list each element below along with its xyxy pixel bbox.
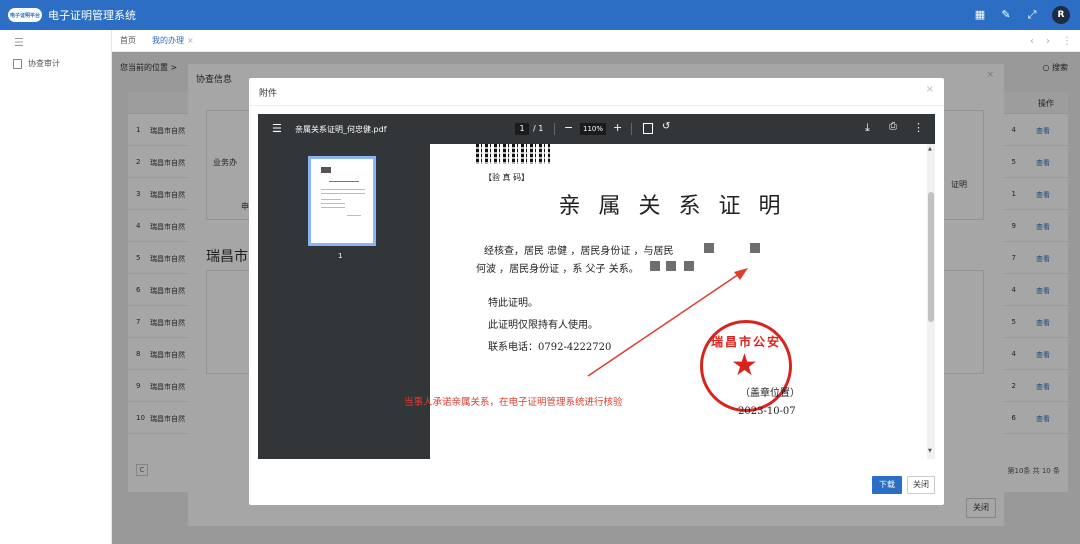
zoom-input[interactable]: 110%	[580, 123, 606, 135]
scrollbar[interactable]: ▲ ▼	[927, 144, 935, 459]
rotate-icon[interactable]: ↺	[662, 121, 670, 132]
annotation-text: 当事人承诺亲属关系，在电子证明管理系统进行核验	[404, 397, 623, 408]
body-line-1: 经核查，居民 忠健 ，居民身份证 ，与居民	[484, 246, 674, 257]
body-line-2: 何波 ，居民身份证 ，系 父子 关系。	[476, 264, 639, 275]
close-button[interactable]: 关闭	[907, 476, 935, 494]
document-title: 亲属关系证明	[558, 194, 799, 219]
pdf-filename: 亲属关系证明_何忠健.pdf	[295, 125, 387, 134]
pdf-page: 【验 真 码】 亲属关系证明 经核查，居民 忠健 ，居民身份证 ，与居民 何波 …	[430, 144, 927, 459]
close-tab-icon[interactable]: ×	[187, 36, 194, 45]
more-vertical-icon[interactable]: ⋮	[913, 121, 924, 134]
grid-icon[interactable]: ▦	[974, 9, 986, 21]
download-button[interactable]: 下载	[872, 476, 902, 494]
chevron-right-icon[interactable]: ›	[1046, 36, 1050, 47]
zoom-in-icon[interactable]: +	[613, 121, 622, 134]
zoom-out-icon[interactable]: −	[564, 121, 573, 134]
sidebar-item-label: 协查审计	[28, 59, 60, 68]
app-logo: 电子证明平台	[8, 8, 42, 22]
menu-toggle-icon[interactable]: ☰	[14, 36, 24, 49]
download-icon[interactable]: ⤓	[865, 121, 870, 135]
sidebar: ☰ 协查审计	[0, 30, 112, 544]
document-icon	[13, 58, 22, 69]
tab-home[interactable]: 首页	[112, 30, 144, 52]
more-vertical-icon[interactable]: ⋮	[1062, 36, 1072, 47]
issue-date: 2023-10-07	[738, 406, 796, 417]
fullscreen-icon[interactable]: ⤢	[1026, 9, 1038, 21]
page-number-input[interactable]: 1	[515, 123, 529, 135]
body-line-4: 此证明仅限持有人使用。	[488, 320, 598, 331]
body-line-5: 联系电话：0792-4222720	[488, 342, 612, 353]
pdf-toolbar: ☰ 亲属关系证明_何忠健.pdf 1 / 1 − 110% + ↺ ⤓ ⎙ ⋮	[258, 114, 935, 144]
verify-code-label: 【验 真 码】	[484, 173, 530, 182]
dialog-title: 附件	[259, 89, 278, 99]
chevron-left-icon[interactable]: ‹	[1030, 36, 1034, 47]
page-thumbnail[interactable]	[308, 156, 376, 246]
fit-page-icon[interactable]	[643, 123, 653, 134]
close-icon[interactable]: ×	[926, 84, 934, 95]
thumbnail-sidebar: 1	[258, 144, 430, 459]
sidebar-item-audit[interactable]: 协查审计	[13, 58, 60, 69]
attachment-dialog: 附件 × ☰ 亲属关系证明_何忠健.pdf 1 / 1 − 110% + ↺ ⤓…	[249, 78, 944, 505]
wrench-icon[interactable]: ✎	[1000, 9, 1012, 21]
avatar[interactable]: R	[1052, 6, 1070, 24]
thumbnail-page-number: 1	[338, 252, 343, 260]
print-icon[interactable]: ⎙	[889, 121, 897, 132]
menu-icon[interactable]: ☰	[272, 122, 282, 135]
tab-my-tasks[interactable]: 我的办理 ×	[144, 30, 202, 52]
tab-strip: 首页 我的办理 × ‹ › ⋮	[112, 30, 1080, 52]
top-app-bar: 电子证明平台 电子证明管理系统 ▦ ✎ ⤢ R	[0, 0, 1080, 30]
app-title: 电子证明管理系统	[48, 9, 136, 22]
page-total: / 1	[533, 124, 544, 133]
seal-position-label: （盖章位置）	[740, 388, 800, 399]
body-line-3: 特此证明。	[488, 298, 538, 309]
